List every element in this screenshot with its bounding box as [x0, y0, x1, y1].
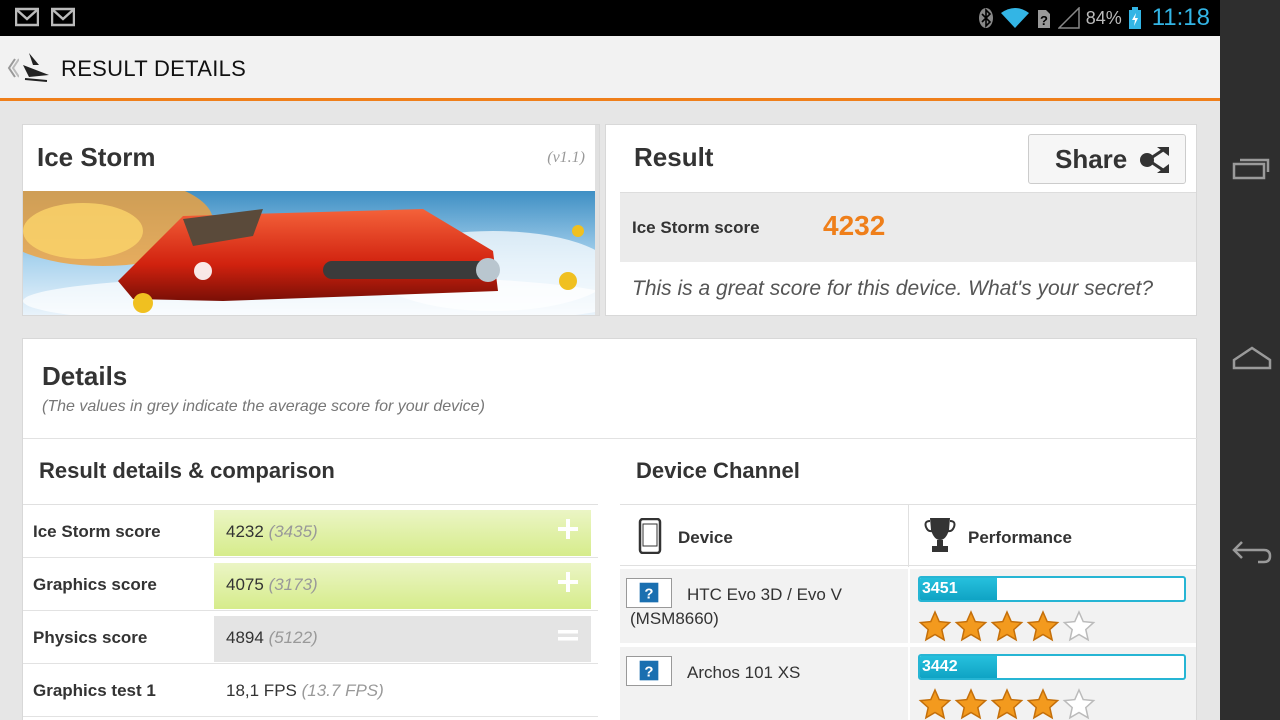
clock: 11:18: [1151, 4, 1210, 31]
plus-icon: [558, 572, 578, 592]
share-icon: [1140, 147, 1169, 173]
recent-apps-icon[interactable]: [1230, 148, 1274, 188]
star-filled-icon: [954, 610, 988, 642]
device-name: HTC Evo 3D / Evo V (MSM8660): [630, 585, 842, 628]
phone-icon: [638, 518, 662, 554]
gmail-icon: [51, 7, 75, 27]
comparison-title: Result details & comparison: [39, 458, 335, 483]
comparison-average: (5122): [268, 628, 318, 647]
equal-icon: [558, 630, 578, 641]
device-name: Archos 101 XS: [687, 663, 801, 682]
plus-icon: [558, 519, 578, 539]
comparison-average: (3435): [268, 522, 318, 541]
star-filled-icon: [918, 688, 952, 720]
comparison-row-label: Ice Storm score: [33, 522, 161, 541]
comparison-value: 4894: [226, 628, 264, 647]
comparison-values: 4894 (5122): [226, 628, 318, 648]
comparison-row[interactable]: Ice Storm score 4232 (3435): [23, 506, 598, 558]
sim-unknown-icon: ?: [1037, 10, 1050, 28]
performance-bar: 3442: [918, 654, 1186, 680]
navigation-bar: [1220, 0, 1280, 720]
result-card: Result Share Ice Storm score 4232 This i…: [605, 124, 1197, 316]
device-row[interactable]: ? Archos 101 XS 3442: [620, 647, 1196, 720]
column-divider: [908, 505, 909, 567]
star-filled-icon: [954, 688, 988, 720]
comparison-average: (3173): [268, 575, 318, 594]
test-name: Ice Storm: [37, 142, 156, 172]
comparison-values: 4075 (3173): [226, 575, 318, 595]
comparison-row-label: Physics score: [33, 628, 148, 647]
comparison-table: Ice Storm score 4232 (3435) Graphics score…: [23, 504, 598, 717]
details-divider: [23, 438, 1198, 439]
comparison-value: 4075: [226, 575, 264, 594]
test-version: (v1.1): [547, 149, 585, 166]
performance-score: 3442: [922, 658, 958, 675]
star-rating: [918, 688, 1096, 720]
gmail-icon: [15, 7, 39, 27]
battery-percent: 84%: [1085, 7, 1122, 28]
details-card: Details (The values in grey indicate the…: [22, 338, 1198, 720]
score-value: 4232: [823, 210, 886, 241]
column-divider: [908, 647, 910, 720]
channel-header: Device Performance: [620, 504, 1196, 567]
score-strip: Ice Storm score 4232: [620, 192, 1196, 262]
column-device: Device: [678, 528, 733, 547]
performance-bar: 3451: [918, 576, 1186, 602]
comparison-value: 4232: [226, 522, 264, 541]
result-message: This is a great score for this device. W…: [632, 277, 1154, 300]
page-title: RESULT DETAILS: [61, 56, 247, 81]
star-empty-icon: [1062, 688, 1096, 720]
signal-icon: [1057, 7, 1080, 29]
wifi-icon: [1000, 8, 1029, 28]
comparison-row[interactable]: Graphics test 1 18,1 FPS (13.7 FPS): [23, 665, 598, 717]
comparison-values: 18,1 FPS (13.7 FPS): [226, 681, 384, 701]
column-performance: Performance: [968, 528, 1072, 547]
back-icon[interactable]: [1230, 530, 1274, 570]
comparison-value: 18,1 FPS: [226, 681, 297, 700]
up-caret-icon[interactable]: [5, 56, 19, 80]
comparison-row[interactable]: Physics score 4894 (5122): [23, 612, 598, 664]
comparison-average: (13.7 FPS): [301, 681, 384, 700]
channel-title: Device Channel: [636, 458, 800, 483]
card-divider: [595, 125, 599, 315]
app-logo-icon[interactable]: [21, 51, 51, 83]
trophy-icon: [924, 518, 956, 552]
status-bar: ? 84% 11:18: [0, 0, 1220, 36]
star-filled-icon: [918, 610, 952, 642]
comparison-row[interactable]: Graphics score 4075 (3173): [23, 559, 598, 611]
star-filled-icon: [1026, 610, 1060, 642]
svg-text:?: ?: [1040, 13, 1048, 28]
star-empty-icon: [1062, 610, 1096, 642]
star-rating: [918, 610, 1096, 642]
details-subtitle: (The values in grey indicate the average…: [42, 398, 485, 415]
content-area: Ice Storm (v1.1) Result Share Ice Storm …: [0, 101, 1220, 720]
bluetooth-icon: [978, 8, 993, 28]
share-button-label: Share: [1055, 143, 1128, 174]
score-label: Ice Storm score: [632, 218, 760, 237]
star-filled-icon: [1026, 688, 1060, 720]
comparison-row-label: Graphics score: [33, 575, 157, 594]
device-row[interactable]: ? HTC Evo 3D / Evo V (MSM8660) 3451: [620, 569, 1196, 645]
test-banner-image: [23, 191, 597, 315]
details-heading: Details: [42, 361, 128, 391]
star-filled-icon: [990, 688, 1024, 720]
home-icon[interactable]: [1230, 340, 1274, 380]
action-bar: RESULT DETAILS: [0, 36, 1220, 101]
comparison-values: 4232 (3435): [226, 522, 318, 542]
performance-score: 3451: [922, 580, 958, 597]
share-button[interactable]: Share: [1028, 134, 1186, 184]
star-filled-icon: [990, 610, 1024, 642]
test-card: Ice Storm (v1.1): [22, 124, 600, 316]
comparison-row-label: Graphics test 1: [33, 681, 156, 700]
column-divider: [908, 569, 910, 645]
result-heading: Result: [634, 142, 714, 172]
battery-charging-icon: [1128, 7, 1141, 29]
